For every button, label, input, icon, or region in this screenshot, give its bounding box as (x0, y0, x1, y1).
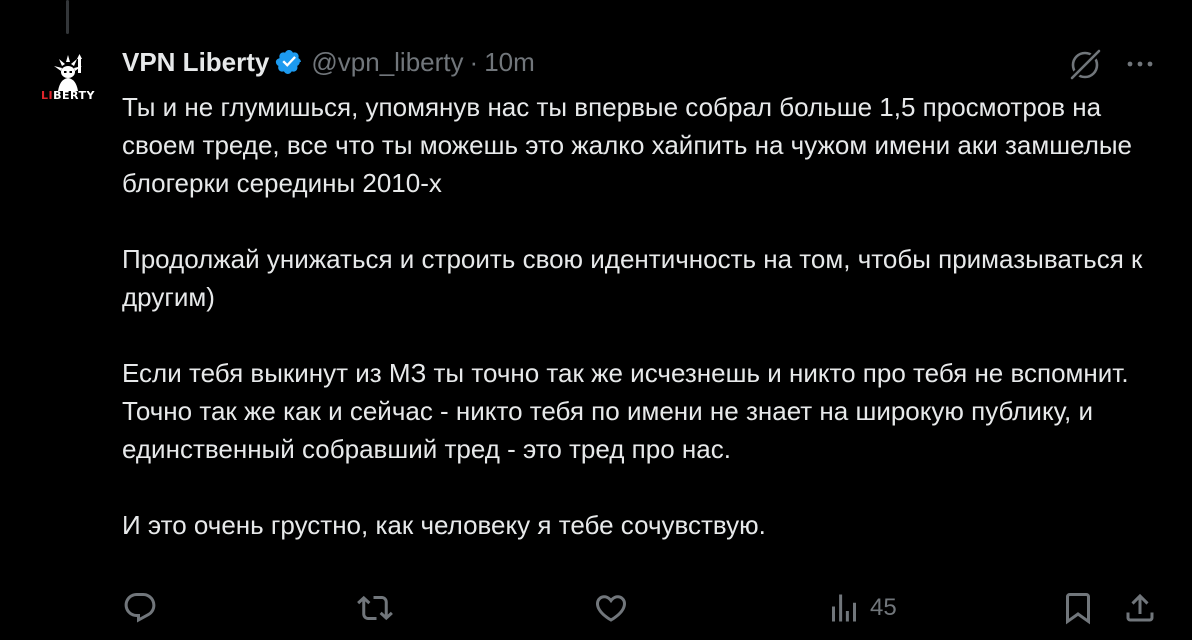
tweet-paragraph: Если тебя выкинут из МЗ ты точно так же … (122, 358, 1129, 464)
repost-icon (357, 595, 393, 621)
heart-icon (595, 595, 627, 622)
user-handle[interactable]: @vpn_liberty (311, 47, 463, 78)
views-bar-chart-icon (832, 594, 856, 622)
reply-button[interactable] (122, 590, 158, 626)
share-icon (1126, 593, 1154, 622)
action-bar: 45 (0, 590, 1192, 630)
timestamp[interactable]: 10m (484, 47, 535, 78)
grok-icon[interactable] (1066, 46, 1104, 89)
tweet-header: VPN Liberty @vpn_liberty · 10m (122, 44, 535, 80)
views-button[interactable]: 45 (826, 590, 897, 626)
repost-button[interactable] (357, 590, 393, 626)
tweet-paragraph: И это очень грустно, как человеку я тебе… (122, 510, 766, 540)
bookmark-button[interactable] (1060, 590, 1096, 626)
reply-icon (124, 593, 156, 623)
statue-of-liberty-logo-icon (54, 53, 82, 91)
tweet-text: Ты и не глумишься, упомянув нас ты вперв… (122, 88, 1172, 544)
avatar[interactable]: LIBERTY (36, 45, 100, 109)
avatar-logo-text: LIBERTY (41, 88, 95, 102)
thread-connector-line (66, 0, 69, 34)
verified-badge-icon[interactable] (275, 48, 303, 76)
more-options-icon[interactable] (1122, 46, 1158, 87)
separator-dot: · (469, 46, 479, 77)
views-count: 45 (870, 594, 897, 621)
bookmark-icon (1066, 593, 1090, 625)
like-button[interactable] (593, 590, 629, 626)
display-name[interactable]: VPN Liberty (122, 47, 269, 78)
tweet-paragraph: Ты и не глумишься, упомянув нас ты вперв… (122, 92, 1133, 198)
tweet-paragraph: Продолжай унижаться и строить свою идент… (122, 244, 1143, 312)
share-button[interactable] (1122, 590, 1158, 626)
